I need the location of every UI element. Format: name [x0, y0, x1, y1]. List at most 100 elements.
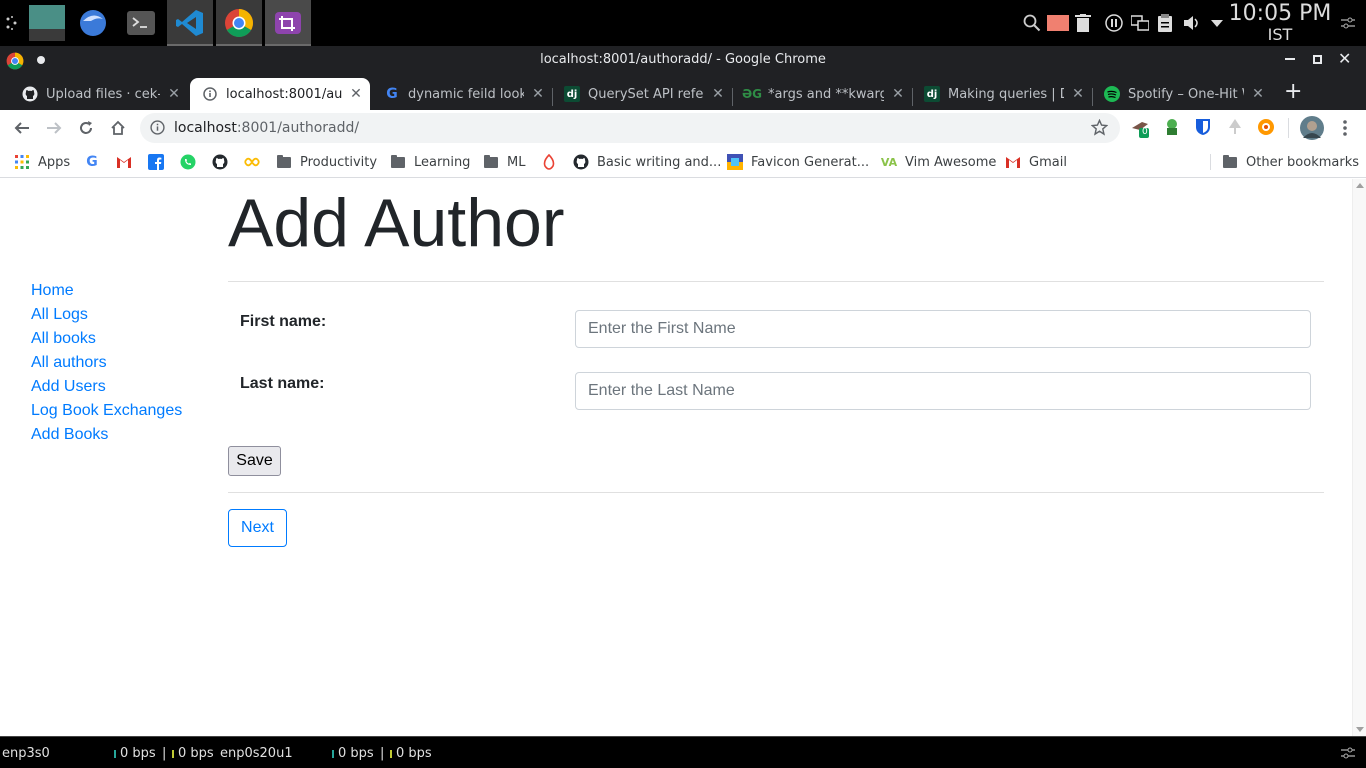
tab-dynamic-field-lookup[interactable]: G dynamic feild looku ✕ — [372, 78, 552, 110]
last-name-label: Last name: — [240, 375, 325, 392]
scroll-up-arrow-icon[interactable] — [1356, 183, 1364, 188]
bookmark-flame[interactable] — [541, 152, 565, 172]
chrome-launcher-icon[interactable] — [216, 0, 262, 46]
workspace-switcher-icon[interactable] — [24, 0, 70, 46]
close-tab-icon[interactable]: ✕ — [166, 86, 182, 102]
bookmark-basic-writing[interactable]: Basic writing and... — [573, 152, 721, 172]
first-name-input[interactable] — [575, 310, 1311, 348]
new-tab-plus-icon[interactable]: + — [1284, 80, 1302, 104]
bookmark-divider — [1210, 154, 1211, 170]
last-name-input[interactable] — [575, 372, 1311, 410]
bookmark-vim-awesome[interactable]: VA Vim Awesome — [881, 152, 997, 172]
screenshot-tool-launcher-icon[interactable] — [265, 0, 311, 46]
terminal-launcher-icon[interactable] — [118, 0, 164, 46]
search-icon[interactable] — [1023, 14, 1041, 32]
bookmark-whatsapp[interactable] — [180, 152, 204, 172]
tab-args-kwargs[interactable]: ƏG *args and **kwarg ✕ — [732, 78, 912, 110]
bookmark-ml[interactable]: ML — [483, 152, 525, 172]
extension-bird-icon[interactable]: 0 — [1130, 118, 1150, 142]
minimize-icon[interactable] — [1285, 58, 1295, 60]
folder-icon — [276, 154, 292, 170]
network-icon[interactable] — [1130, 14, 1150, 32]
clock-time: 10:05 PM — [1228, 1, 1332, 26]
color-picker-icon[interactable] — [1047, 14, 1069, 32]
bookmark-gmail-labeled[interactable]: Gmail — [1005, 152, 1067, 172]
sidebar-link-add-users[interactable]: Add Users — [31, 375, 182, 399]
clock[interactable]: 10:05 PM IST — [1228, 2, 1332, 44]
vscode-launcher-icon[interactable] — [167, 0, 213, 46]
bookmark-star-icon[interactable] — [1090, 118, 1109, 140]
maximize-icon[interactable] — [1313, 55, 1322, 64]
sidebar-link-add-books[interactable]: Add Books — [31, 423, 182, 447]
bookmark-gmail[interactable] — [116, 152, 140, 172]
close-tab-icon[interactable]: ✕ — [530, 86, 546, 102]
bitwarden-shield-icon[interactable] — [1194, 118, 1212, 140]
close-tab-icon[interactable]: ✕ — [890, 86, 906, 102]
sidebar-link-all-books[interactable]: All books — [31, 327, 182, 351]
system-top-panel: 10:05 PM IST — [0, 0, 1366, 46]
toolbar-divider — [1288, 118, 1289, 138]
close-tab-icon[interactable]: ✕ — [348, 86, 364, 102]
scroll-down-arrow-icon[interactable] — [1356, 727, 1364, 732]
site-info-icon[interactable] — [150, 120, 165, 139]
close-window-icon[interactable]: ✕ — [1338, 49, 1351, 68]
tab-upload-files[interactable]: Upload files · cek-op ✕ — [10, 78, 188, 110]
tab-spotify[interactable]: Spotify – One-Hit W ✕ — [1092, 78, 1272, 110]
tab-queryset-api[interactable]: dj QuerySet API refere ✕ — [552, 78, 732, 110]
bookmark-other-bookmarks[interactable]: Other bookmarks — [1222, 152, 1359, 172]
clipboard-icon[interactable] — [1157, 14, 1175, 32]
github-icon — [212, 154, 228, 170]
first-name-label: First name: — [240, 313, 327, 330]
bookmark-infinity[interactable] — [244, 152, 268, 172]
bookmark-label: Other bookmarks — [1246, 154, 1360, 170]
close-tab-icon[interactable]: ✕ — [1070, 86, 1086, 102]
bookmark-facebook[interactable] — [148, 152, 172, 172]
gmail-icon — [1005, 154, 1021, 170]
profile-avatar[interactable] — [1300, 116, 1324, 144]
url-path: :8001/authoradd/ — [236, 120, 360, 136]
info-icon — [202, 86, 218, 102]
apps-grid-icon — [14, 154, 30, 170]
sidebar-link-log-book-exchanges[interactable]: Log Book Exchanges — [31, 399, 182, 423]
page-scrollbar[interactable] — [1352, 179, 1366, 736]
close-tab-icon[interactable]: ✕ — [710, 86, 726, 102]
bookmark-github[interactable] — [212, 152, 236, 172]
trash-icon[interactable] — [1075, 14, 1093, 32]
tab-making-queries[interactable]: dj Making queries | D ✕ — [912, 78, 1092, 110]
panel-settings-icon[interactable] — [1340, 15, 1358, 33]
panel-settings-icon[interactable] — [1340, 745, 1356, 765]
tab-title: Upload files · cek-op — [46, 86, 160, 102]
extension-badge-count: 0 — [1142, 127, 1148, 137]
sidebar-link-home[interactable]: Home — [31, 279, 182, 303]
app-menu-icon[interactable] — [0, 0, 24, 46]
bookmark-google[interactable]: G — [84, 152, 108, 172]
volume-icon[interactable] — [1183, 14, 1201, 32]
save-button[interactable]: Save — [228, 446, 281, 476]
bookmark-productivity[interactable]: Productivity — [276, 152, 377, 172]
tray-expand-chevron-icon[interactable] — [1210, 14, 1228, 32]
sidebar-link-all-authors[interactable]: All authors — [31, 351, 182, 375]
interface-2-name: enp0s20u1 — [220, 746, 293, 761]
bookmark-favicon-generator[interactable]: Favicon Generat... — [727, 152, 869, 172]
tab-strip: Upload files · cek-op ✕ localhost:8001/a… — [0, 74, 1366, 110]
close-tab-icon[interactable]: ✕ — [1250, 86, 1266, 102]
reload-icon[interactable] — [74, 116, 98, 140]
bookmark-learning[interactable]: Learning — [390, 152, 470, 172]
media-pause-icon[interactable] — [1105, 14, 1123, 32]
extension-tree-icon[interactable] — [1226, 118, 1244, 140]
extension-swirl-icon[interactable] — [1257, 118, 1275, 140]
sidebar-link-all-logs[interactable]: All Logs — [31, 303, 182, 327]
address-bar[interactable]: localhost:8001/authoradd/ — [140, 113, 1120, 143]
window-titlebar[interactable]: localhost:8001/authoradd/ - Google Chrom… — [0, 46, 1366, 74]
chrome-menu-kebab-icon[interactable] — [1333, 116, 1357, 140]
extension-leaf-icon[interactable] — [1163, 118, 1181, 140]
forward-arrow-icon[interactable] — [42, 116, 66, 140]
google-icon: G — [386, 86, 398, 102]
bookmark-apps[interactable]: Apps — [14, 152, 70, 172]
browser-launcher-icon[interactable] — [70, 0, 116, 46]
tab-authoradd[interactable]: localhost:8001/auth ✕ — [190, 78, 370, 110]
interface-2-down-rate: 0 bps — [332, 746, 374, 761]
back-arrow-icon[interactable] — [10, 116, 34, 140]
home-icon[interactable] — [106, 116, 130, 140]
next-button[interactable]: Next — [228, 509, 287, 547]
